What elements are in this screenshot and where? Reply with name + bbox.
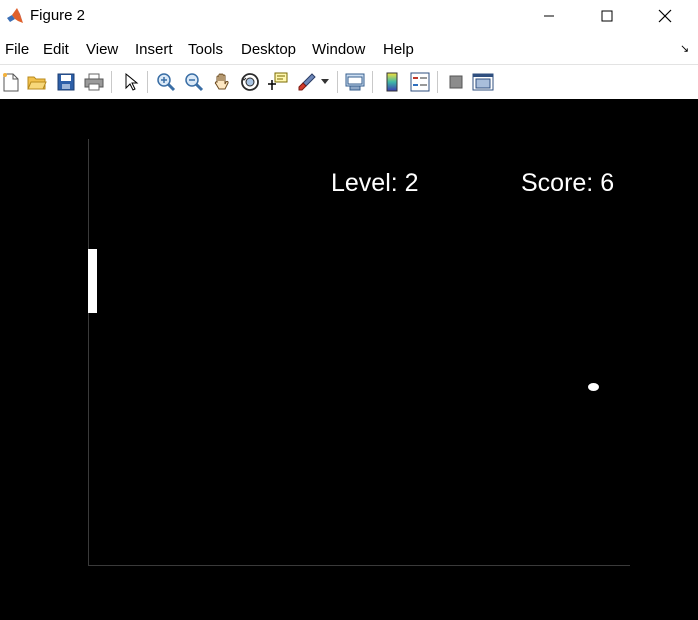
print-icon bbox=[84, 73, 104, 91]
insert-colorbar-button[interactable] bbox=[381, 71, 403, 93]
maximize-icon bbox=[601, 10, 613, 22]
link-plot-icon bbox=[345, 73, 365, 91]
maximize-button[interactable] bbox=[584, 0, 630, 32]
chevron-down-icon bbox=[321, 79, 329, 84]
toolbar-separator bbox=[147, 71, 148, 93]
player-paddle bbox=[88, 249, 97, 313]
menu-tools[interactable]: Tools bbox=[188, 41, 223, 58]
brush-dropdown[interactable] bbox=[318, 71, 332, 93]
insert-legend-icon bbox=[410, 72, 430, 92]
axes-bottom-edge bbox=[88, 565, 630, 566]
rotate-3d-icon bbox=[241, 73, 259, 91]
minimize-button[interactable] bbox=[526, 0, 572, 32]
save-icon bbox=[57, 73, 75, 91]
menu-bar: File Edit View Insert Tools Desktop Wind… bbox=[0, 34, 698, 64]
dock-figure-icon[interactable]: ↘ bbox=[680, 42, 689, 55]
zoom-in-button[interactable] bbox=[155, 71, 177, 93]
new-figure-button[interactable] bbox=[0, 71, 22, 93]
zoom-out-button[interactable] bbox=[183, 71, 205, 93]
new-figure-icon bbox=[3, 73, 19, 92]
ball bbox=[588, 383, 599, 391]
pan-hand-icon bbox=[214, 73, 229, 90]
brush-button[interactable] bbox=[296, 71, 318, 93]
pan-button[interactable] bbox=[211, 71, 233, 93]
data-cursor-icon bbox=[268, 72, 288, 90]
menu-insert[interactable]: Insert bbox=[135, 41, 173, 58]
toolbar-separator bbox=[437, 71, 438, 93]
menu-view[interactable]: View bbox=[86, 41, 118, 58]
edit-plot-button[interactable] bbox=[120, 71, 142, 93]
link-plot-button[interactable] bbox=[344, 71, 366, 93]
insert-legend-button[interactable] bbox=[409, 71, 431, 93]
level-label: Level: 2 bbox=[331, 169, 419, 197]
minimize-icon bbox=[544, 15, 554, 17]
data-cursor-button[interactable] bbox=[266, 71, 288, 93]
rotate-3d-button[interactable] bbox=[239, 71, 261, 93]
print-button[interactable] bbox=[83, 71, 105, 93]
hide-plot-tools-icon bbox=[449, 75, 463, 89]
edit-plot-arrow-icon bbox=[125, 72, 139, 91]
toolbar-separator bbox=[372, 71, 373, 93]
menu-window[interactable]: Window bbox=[312, 41, 365, 58]
score-label: Score: 6 bbox=[521, 169, 615, 197]
show-plot-tools-button[interactable] bbox=[472, 71, 494, 93]
insert-colorbar-icon bbox=[386, 72, 398, 92]
zoom-out-icon bbox=[185, 73, 204, 92]
menu-edit[interactable]: Edit bbox=[43, 41, 69, 58]
menu-desktop[interactable]: Desktop bbox=[241, 41, 296, 58]
show-plot-tools-icon bbox=[472, 73, 494, 91]
hide-plot-tools-button[interactable] bbox=[445, 71, 467, 93]
title-bar: Figure 2 bbox=[0, 0, 698, 32]
toolbar-separator bbox=[111, 71, 112, 93]
menu-help[interactable]: Help bbox=[383, 41, 414, 58]
save-button[interactable] bbox=[55, 71, 77, 93]
toolbar-separator bbox=[337, 71, 338, 93]
open-file-button[interactable] bbox=[26, 71, 48, 93]
figure-toolbar bbox=[0, 64, 698, 99]
matlab-logo-icon bbox=[7, 8, 23, 23]
window-title: Figure 2 bbox=[30, 7, 86, 24]
menu-file[interactable]: File bbox=[5, 41, 29, 58]
axes-left-edge bbox=[88, 139, 89, 566]
brush-icon bbox=[298, 73, 316, 91]
close-button[interactable] bbox=[642, 0, 688, 32]
open-file-icon bbox=[27, 76, 47, 90]
close-icon bbox=[658, 9, 672, 23]
zoom-in-icon bbox=[157, 73, 176, 92]
